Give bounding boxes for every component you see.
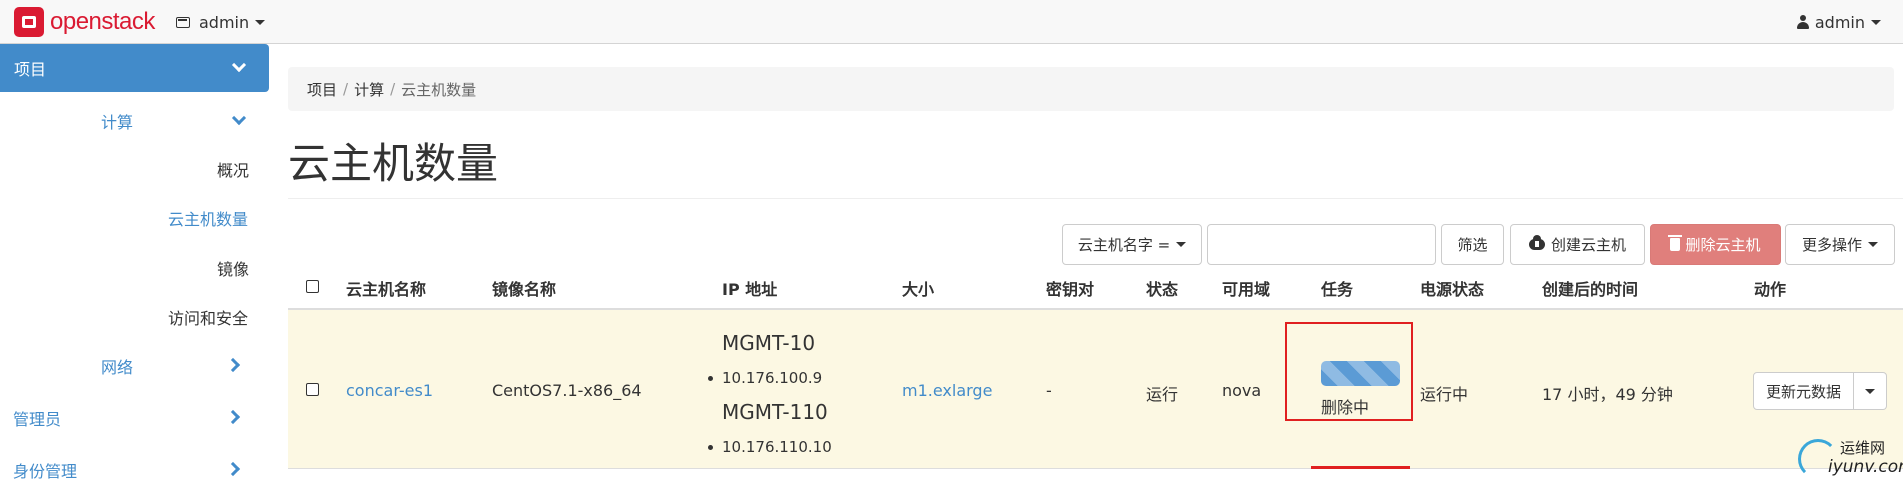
delete-instances-button[interactable]: 删除云主机 bbox=[1650, 224, 1781, 265]
chevron-right-icon bbox=[225, 409, 241, 425]
search-input[interactable] bbox=[1207, 224, 1436, 265]
sidebar: 项目 计算 概况 云主机数量 镜像 访问和安全 网络 管理员 身份管理 bbox=[0, 44, 269, 481]
page-title: 云主机数量 bbox=[288, 139, 499, 188]
sidebar-item-project[interactable]: 项目 bbox=[0, 44, 269, 92]
user-icon bbox=[1796, 15, 1809, 29]
cloud-upload-icon bbox=[1528, 235, 1545, 250]
sidebar-item-label: 项目 bbox=[14, 60, 47, 79]
column-header[interactable]: 可用域 bbox=[1222, 276, 1270, 300]
watermark-text: 运维网 bbox=[1840, 439, 1886, 457]
column-header[interactable]: 云主机名称 bbox=[346, 276, 426, 300]
sidebar-item-network[interactable]: 网络 bbox=[101, 350, 269, 382]
chevron-down-icon bbox=[1868, 242, 1878, 247]
user-name: admin bbox=[1814, 12, 1865, 32]
row-actions-dropdown[interactable] bbox=[1854, 372, 1888, 410]
instance-age: 17 小时，49 分钟 bbox=[1542, 385, 1673, 404]
ip-network-name: MGMT-110 bbox=[722, 400, 828, 424]
task-progress-bar bbox=[1321, 361, 1400, 386]
instance-status: 运行 bbox=[1146, 385, 1179, 404]
row-checkbox[interactable] bbox=[306, 383, 319, 396]
chevron-down-icon bbox=[231, 110, 247, 126]
brand[interactable]: openstack bbox=[14, 6, 155, 38]
launch-instance-label: 创建云主机 bbox=[1550, 236, 1626, 254]
column-header[interactable]: 创建后的时间 bbox=[1542, 276, 1638, 300]
keypair: - bbox=[1046, 381, 1052, 400]
sidebar-item-overview[interactable]: 概况 bbox=[217, 155, 249, 183]
power-state: 运行中 bbox=[1420, 385, 1469, 404]
project-icon bbox=[176, 16, 190, 28]
instance-name-link[interactable]: concar-es1 bbox=[346, 381, 433, 400]
delete-instances-label: 删除云主机 bbox=[1685, 236, 1761, 254]
filter-button-label: 筛选 bbox=[1457, 236, 1488, 254]
trash-icon bbox=[1668, 235, 1683, 251]
sidebar-item-label: 网络 bbox=[101, 358, 134, 377]
sidebar-item-admin[interactable]: 管理员 bbox=[13, 402, 269, 434]
filter-field-dropdown[interactable]: 云主机名字 = bbox=[1062, 224, 1202, 265]
breadcrumb-current: 云主机数量 bbox=[401, 80, 477, 99]
chevron-down-icon bbox=[1865, 388, 1876, 394]
image-name: CentOS7.1-x86_64 bbox=[492, 381, 642, 400]
column-header[interactable]: 任务 bbox=[1321, 276, 1353, 300]
select-all-checkbox[interactable] bbox=[306, 280, 319, 293]
project-name: admin bbox=[199, 12, 250, 32]
chevron-down-icon bbox=[1176, 242, 1187, 247]
availability-zone: nova bbox=[1222, 381, 1262, 400]
ip-address: 10.176.100.9 bbox=[707, 369, 823, 387]
breadcrumb: 项目 / 计算 / 云主机数量 bbox=[288, 67, 1894, 111]
column-header: 动作 bbox=[1754, 280, 1787, 299]
sidebar-item-label: 镜像 bbox=[217, 260, 250, 279]
chevron-down-icon bbox=[231, 57, 247, 73]
breadcrumb-item[interactable]: 计算 bbox=[354, 79, 384, 100]
divider bbox=[288, 198, 1903, 199]
sidebar-item-label: 计算 bbox=[101, 113, 134, 132]
sidebar-item-compute[interactable]: 计算 bbox=[101, 105, 269, 137]
update-metadata-button[interactable]: 更新元数据 bbox=[1753, 372, 1855, 410]
ip-address: 10.176.110.10 bbox=[708, 438, 832, 456]
sidebar-item-images[interactable]: 镜像 bbox=[217, 254, 249, 282]
column-header[interactable]: 状态 bbox=[1146, 276, 1178, 300]
column-header[interactable]: IP 地址 bbox=[722, 276, 777, 300]
watermark-text: iyunv.com bbox=[1828, 457, 1903, 477]
top-navbar: openstack admin admin bbox=[0, 0, 1903, 44]
more-actions-button[interactable]: 更多操作 bbox=[1785, 224, 1895, 265]
update-metadata-label: 更新元数据 bbox=[1766, 382, 1842, 401]
sidebar-item-instances[interactable]: 云主机数量 bbox=[168, 204, 248, 232]
row-actions: 更新元数据 bbox=[1753, 372, 1888, 410]
sidebar-item-access-security[interactable]: 访问和安全 bbox=[168, 303, 248, 331]
ip-network-name: MGMT-10 bbox=[722, 331, 816, 355]
breadcrumb-item[interactable]: 项目 bbox=[307, 79, 337, 100]
chevron-right-icon bbox=[225, 357, 241, 373]
column-header[interactable]: 镜像名称 bbox=[492, 276, 556, 300]
project-selector[interactable]: admin bbox=[176, 10, 266, 34]
annotation-mark bbox=[1311, 466, 1410, 469]
sidebar-item-label: 概况 bbox=[217, 161, 250, 180]
sidebar-item-label: 云主机数量 bbox=[168, 210, 249, 229]
column-header[interactable]: 密钥对 bbox=[1046, 276, 1094, 300]
divider bbox=[288, 468, 1903, 469]
chevron-down-icon bbox=[255, 19, 266, 25]
chevron-down-icon bbox=[1871, 19, 1881, 25]
sidebar-item-label: 身份管理 bbox=[13, 462, 78, 481]
filter-field-label: 云主机名字 = bbox=[1077, 236, 1171, 254]
launch-instance-button[interactable]: 创建云主机 bbox=[1510, 224, 1645, 265]
sidebar-item-label: 管理员 bbox=[13, 410, 62, 429]
openstack-logo-icon bbox=[14, 7, 44, 37]
sidebar-item-label: 访问和安全 bbox=[168, 309, 249, 328]
more-actions-label: 更多操作 bbox=[1801, 236, 1862, 254]
watermark: 运维网 iyunv.com bbox=[1798, 435, 1903, 479]
column-header[interactable]: 大小 bbox=[902, 276, 934, 300]
task-state: 删除中 bbox=[1321, 398, 1370, 417]
sidebar-item-identity[interactable]: 身份管理 bbox=[13, 454, 269, 486]
flavor-link[interactable]: m1.exlarge bbox=[902, 381, 992, 400]
brand-name: openstack bbox=[50, 8, 155, 35]
chevron-right-icon bbox=[225, 461, 241, 477]
user-menu[interactable]: admin bbox=[1796, 10, 1881, 34]
column-header[interactable]: 电源状态 bbox=[1420, 276, 1484, 300]
filter-button[interactable]: 筛选 bbox=[1441, 224, 1504, 265]
